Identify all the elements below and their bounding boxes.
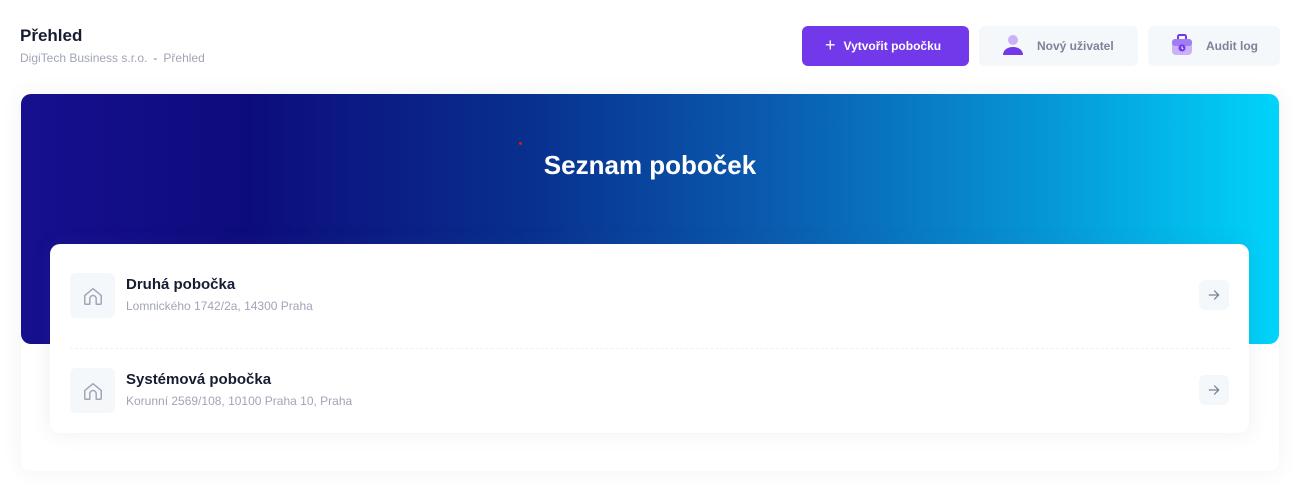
- audit-log-button[interactable]: Audit log: [1148, 26, 1280, 66]
- create-branch-label: Vytvořit pobočku: [843, 39, 942, 53]
- breadcrumb-item-current: Přehled: [163, 51, 205, 65]
- audit-log-label: Audit log: [1206, 39, 1258, 53]
- list-item[interactable]: Druhá pobočka Lomnického 1742/2a, 14300 …: [70, 263, 1229, 348]
- branches-card: Seznam poboček Druhá pobočka Lomnického …: [21, 94, 1279, 471]
- hero-title: Seznam poboček: [543, 150, 757, 180]
- new-user-button[interactable]: Nový uživatel: [979, 26, 1138, 66]
- plus-icon: +: [825, 35, 836, 55]
- toolbar: Přehled DigiTech Business s.r.o. - Přehl…: [0, 0, 1301, 80]
- branch-address: Lomnického 1742/2a, 14300 Praha: [126, 299, 313, 313]
- arrow-right-icon[interactable]: [1199, 280, 1229, 310]
- breadcrumb: DigiTech Business s.r.o. - Přehled: [20, 51, 205, 65]
- home-icon: [70, 273, 115, 318]
- home-icon: [70, 368, 115, 413]
- user-icon: [1001, 33, 1025, 60]
- list-item-text: Druhá pobočka Lomnického 1742/2a, 14300 …: [126, 276, 313, 313]
- decorative-dot: [519, 142, 522, 145]
- branch-name[interactable]: Systémová pobočka: [126, 371, 352, 388]
- branch-list: Druhá pobočka Lomnického 1742/2a, 14300 …: [50, 244, 1249, 433]
- new-user-label: Nový uživatel: [1037, 39, 1114, 53]
- branch-address: Korunní 2569/108, 10100 Praha 10, Praha: [126, 394, 353, 408]
- list-item[interactable]: Systémová pobočka Korunní 2569/108, 1010…: [70, 348, 1229, 433]
- page-title: Přehled: [20, 26, 83, 45]
- toolbar-actions: + Vytvořit pobočku Nový uživatel Audit l…: [802, 26, 1280, 66]
- create-branch-button[interactable]: + Vytvořit pobočku: [802, 26, 969, 66]
- breadcrumb-item-company[interactable]: DigiTech Business s.r.o.: [20, 51, 147, 65]
- list-item-text: Systémová pobočka Korunní 2569/108, 1010…: [126, 371, 352, 408]
- branch-name[interactable]: Druhá pobočka: [126, 276, 313, 293]
- breadcrumb-separator: -: [153, 51, 158, 65]
- briefcase-icon: [1170, 33, 1194, 60]
- arrow-right-icon[interactable]: [1199, 375, 1229, 405]
